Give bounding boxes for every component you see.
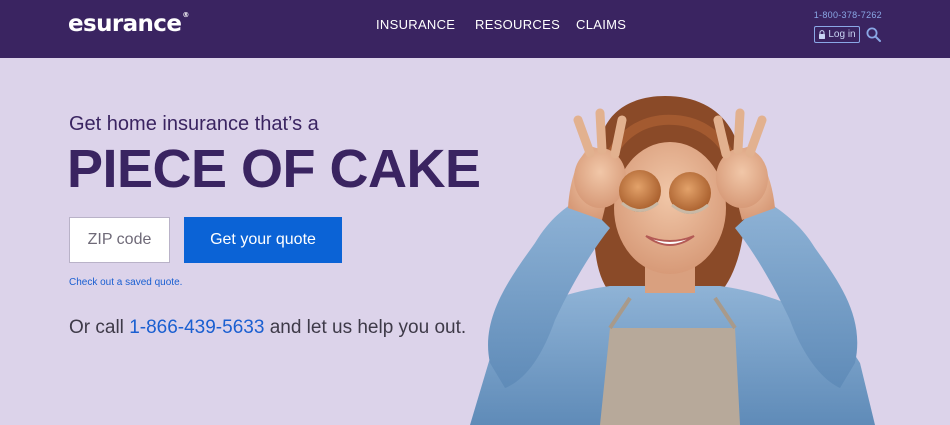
get-quote-button[interactable]: Get your quote — [184, 217, 342, 263]
zip-code-input[interactable] — [69, 217, 170, 263]
hero-title: PIECE OF CAKE — [67, 139, 481, 199]
saved-quote-link[interactable]: Check out a saved quote. — [69, 277, 182, 288]
login-button[interactable]: Log in — [814, 26, 860, 43]
call-prefix: Or call — [69, 317, 124, 338]
call-line: Or call 1-866-439-5633 and let us help y… — [69, 317, 466, 339]
lock-icon — [819, 30, 826, 39]
nav-claims[interactable]: CLAIMS — [576, 17, 626, 32]
hero-subtitle: Get home insurance that’s a — [69, 113, 319, 135]
login-label: Log in — [828, 29, 856, 40]
nav-resources[interactable]: RESOURCES — [475, 17, 560, 32]
hero-photo-woman-with-cupcakes — [470, 96, 875, 425]
call-phone-link[interactable]: 1-866-439-5633 — [129, 317, 264, 338]
header-phone-number[interactable]: 1-800-378-7262 — [814, 10, 882, 20]
nav-insurance[interactable]: INSURANCE — [376, 17, 455, 32]
search-icon[interactable] — [866, 27, 881, 42]
site-header: esurance® INSURANCE RESOURCES CLAIMS 1-8… — [0, 0, 950, 58]
call-suffix: and let us help you out. — [269, 317, 467, 338]
main-nav: INSURANCE RESOURCES CLAIMS — [0, 17, 950, 33]
